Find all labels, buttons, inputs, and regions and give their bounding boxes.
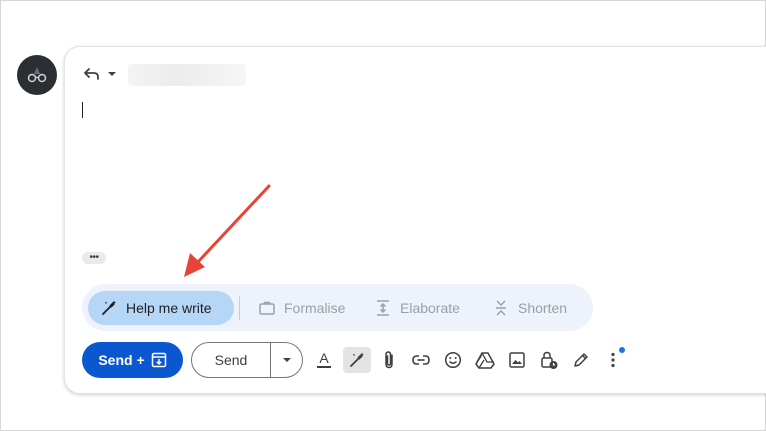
avatar[interactable]: [17, 55, 57, 95]
send-split-button: Send: [191, 342, 303, 378]
recipient-field[interactable]: [128, 64, 246, 86]
paperclip-icon: [382, 350, 396, 370]
pencil-sparkle-icon: [100, 299, 118, 317]
text-formatting-icon: A: [315, 350, 333, 370]
insert-emoji-button[interactable]: [439, 347, 467, 373]
reply-type-selector[interactable]: [83, 63, 117, 85]
help-me-write-label: Help me write: [126, 300, 212, 316]
message-body-caret[interactable]: [82, 102, 83, 118]
confidential-mode-button[interactable]: [535, 347, 563, 373]
ai-bar-divider: [239, 296, 240, 320]
image-icon: [508, 351, 526, 369]
link-icon: [411, 354, 431, 366]
formalise-button[interactable]: Formalise: [258, 291, 345, 325]
formatting-options-button[interactable]: A: [310, 347, 338, 373]
insert-link-button[interactable]: [407, 347, 435, 373]
expand-vertical-icon: [374, 299, 392, 317]
send-options-button[interactable]: [271, 343, 302, 377]
archive-icon: [151, 352, 167, 368]
elaborate-button[interactable]: Elaborate: [374, 291, 460, 325]
compress-vertical-icon: [492, 299, 510, 317]
insert-drive-file-button[interactable]: [471, 347, 499, 373]
help-me-write-button[interactable]: Help me write: [88, 291, 234, 325]
send-and-archive-button[interactable]: Send +: [82, 342, 183, 378]
pencil-sparkle-icon: [348, 351, 366, 369]
insert-photo-button[interactable]: [503, 347, 531, 373]
more-vert-icon: [610, 351, 616, 369]
emoji-icon: [444, 351, 462, 369]
help-me-write-toolbar-button[interactable]: [343, 347, 371, 373]
formalise-label: Formalise: [284, 300, 346, 316]
shorten-label: Shorten: [518, 300, 568, 316]
chevron-down-icon: [107, 69, 117, 79]
avatar-glasses-icon: [27, 67, 47, 83]
drive-icon: [475, 351, 495, 369]
insert-signature-button[interactable]: [567, 347, 595, 373]
chevron-down-icon: [282, 355, 292, 365]
notification-dot: [619, 347, 625, 353]
send-button[interactable]: Send: [192, 343, 271, 377]
signature-pen-icon: [572, 351, 590, 369]
svg-text:A: A: [319, 350, 329, 366]
reply-icon: [83, 67, 101, 81]
show-trimmed-content-button[interactable]: •••: [82, 252, 106, 264]
elaborate-label: Elaborate: [400, 300, 460, 316]
briefcase-icon: [258, 300, 276, 316]
attach-files-button[interactable]: [375, 347, 403, 373]
lock-clock-icon: [539, 350, 559, 370]
send-plus-label: Send +: [98, 352, 145, 368]
shorten-button[interactable]: Shorten: [492, 291, 567, 325]
